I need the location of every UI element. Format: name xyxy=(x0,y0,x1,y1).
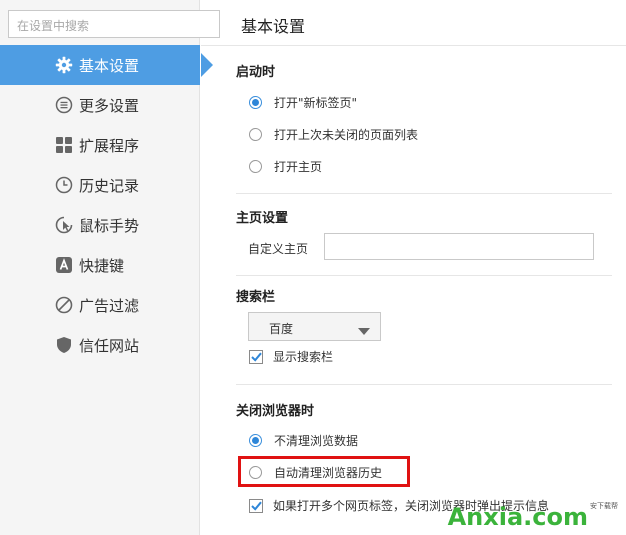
red-highlight-box xyxy=(238,456,410,487)
radio-unchecked[interactable] xyxy=(249,160,262,173)
chevron-down-icon xyxy=(358,324,370,338)
close-option-keep-data[interactable]: 不清理浏览数据 xyxy=(249,432,358,449)
page-title: 基本设置 xyxy=(241,17,306,36)
sidebar-item-ad-filter[interactable]: 广告过滤 xyxy=(0,285,200,325)
option-label: 打开"新标签页" xyxy=(274,96,358,110)
sidebar-item-history[interactable]: 历史记录 xyxy=(0,165,200,205)
gear-icon xyxy=(55,56,73,74)
list-icon xyxy=(55,96,73,114)
content-header: 基本设置 xyxy=(201,0,626,46)
watermark-text: Anxia.com xyxy=(447,503,588,531)
option-label: 不清理浏览数据 xyxy=(274,434,359,448)
custom-homepage-label: 自定义主页 xyxy=(248,242,309,256)
sidebar-item-mouse-gestures[interactable]: 鼠标手势 xyxy=(0,205,200,245)
sidebar-item-trusted-sites[interactable]: 信任网站 xyxy=(0,325,200,365)
search-input[interactable]: 在设置中搜索 xyxy=(8,10,220,38)
startup-section-title: 启动时 xyxy=(236,65,276,80)
option-label: 打开主页 xyxy=(274,160,323,174)
gesture-icon xyxy=(55,216,73,234)
section-divider xyxy=(236,275,612,276)
sidebar-item-label: 信任网站 xyxy=(79,336,140,355)
section-divider xyxy=(236,384,612,385)
startup-option-new-tab[interactable]: 打开"新标签页" xyxy=(249,94,357,111)
sidebar-item-more-settings[interactable]: 更多设置 xyxy=(0,85,200,125)
option-label: 显示搜索栏 xyxy=(273,350,334,364)
radio-checked[interactable] xyxy=(249,96,262,109)
startup-option-homepage[interactable]: 打开主页 xyxy=(249,158,322,175)
homepage-section-title: 主页设置 xyxy=(236,211,289,226)
watermark-subtext: 安下载帮 xyxy=(590,502,618,510)
search-placeholder: 在设置中搜索 xyxy=(17,19,90,33)
checkbox-checked[interactable] xyxy=(249,498,263,513)
checkbox-checked[interactable] xyxy=(249,349,263,364)
option-label: 打开上次未关闭的页面列表 xyxy=(274,128,419,142)
search-engine-select[interactable]: 百度 xyxy=(248,312,381,341)
sidebar-item-label: 鼠标手势 xyxy=(79,216,140,235)
grid-icon xyxy=(55,136,73,154)
clock-icon xyxy=(55,176,73,194)
radio-checked[interactable] xyxy=(249,434,262,447)
checkmark-icon xyxy=(250,352,262,362)
sidebar-item-shortcuts[interactable]: 快捷键 xyxy=(0,245,200,285)
radio-unchecked[interactable] xyxy=(249,128,262,141)
close-browser-section-title: 关闭浏览器时 xyxy=(236,404,315,419)
watermark-logo: Anxia.com 安下载帮 xyxy=(448,501,618,531)
block-icon xyxy=(55,296,73,314)
sidebar-item-label: 扩展程序 xyxy=(79,136,140,155)
checkmark-icon xyxy=(250,501,262,511)
sidebar-item-label: 历史记录 xyxy=(79,176,140,195)
sidebar-item-label: 基本设置 xyxy=(79,56,140,75)
show-searchbar-option[interactable]: 显示搜索栏 xyxy=(249,348,333,365)
sidebar-item-basic-settings[interactable]: 基本设置 xyxy=(0,45,213,85)
search-engine-value: 百度 xyxy=(269,322,294,336)
shield-icon xyxy=(55,336,73,354)
custom-homepage-input[interactable] xyxy=(324,233,594,260)
keyboard-a-icon xyxy=(55,256,73,274)
section-divider xyxy=(236,193,612,194)
sidebar-item-label: 更多设置 xyxy=(79,96,140,115)
sidebar-item-label: 广告过滤 xyxy=(79,296,140,315)
sidebar-item-label: 快捷键 xyxy=(79,256,125,275)
startup-option-last-session[interactable]: 打开上次未关闭的页面列表 xyxy=(249,126,418,143)
searchbar-section-title: 搜索栏 xyxy=(236,290,276,305)
sidebar-item-extensions[interactable]: 扩展程序 xyxy=(0,125,200,165)
sidebar: 基本设置 更多设置 扩展程序 历史记录 鼠标手势 快捷键 广告过滤 信任网站 xyxy=(0,0,213,535)
